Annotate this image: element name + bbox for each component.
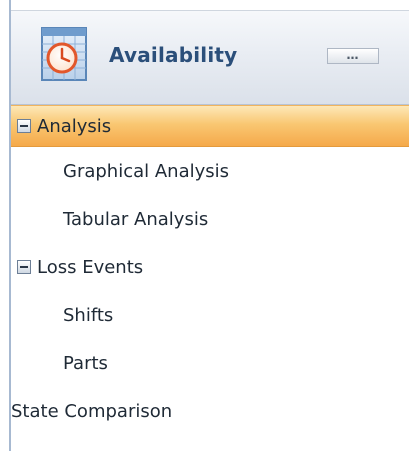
nav-item-loss-events[interactable]: Loss Events [11, 243, 409, 291]
navigation-panel: Availability … Analysis Graphical Analys… [0, 0, 409, 451]
clock-calendar-icon [39, 25, 91, 83]
collapse-icon[interactable] [17, 260, 31, 274]
nav-item-label: Analysis [37, 115, 112, 137]
nav-item-state-comparison[interactable]: State Comparison [11, 387, 409, 435]
nav-item-parts[interactable]: Parts [11, 339, 409, 387]
nav-item-tabular-analysis[interactable]: Tabular Analysis [11, 195, 409, 243]
more-options-icon: … [346, 47, 360, 62]
collapse-icon[interactable] [17, 119, 31, 133]
header-options-button[interactable]: … [327, 48, 379, 64]
nav-tree: Analysis Graphical Analysis Tabular Anal… [11, 105, 409, 435]
nav-item-label: Loss Events [37, 256, 144, 278]
nav-item-label: Parts [63, 352, 108, 374]
nav-item-shifts[interactable]: Shifts [11, 291, 409, 339]
nav-item-graphical-analysis[interactable]: Graphical Analysis [11, 147, 409, 195]
nav-item-label: State Comparison [11, 400, 173, 422]
nav-item-label: Tabular Analysis [63, 208, 209, 230]
nav-item-analysis[interactable]: Analysis [11, 105, 409, 147]
nav-item-label: Graphical Analysis [63, 160, 230, 182]
panel-header: Availability … [11, 10, 409, 105]
nav-item-label: Shifts [63, 304, 114, 326]
top-edge [0, 0, 409, 10]
header-title: Availability [109, 43, 238, 67]
